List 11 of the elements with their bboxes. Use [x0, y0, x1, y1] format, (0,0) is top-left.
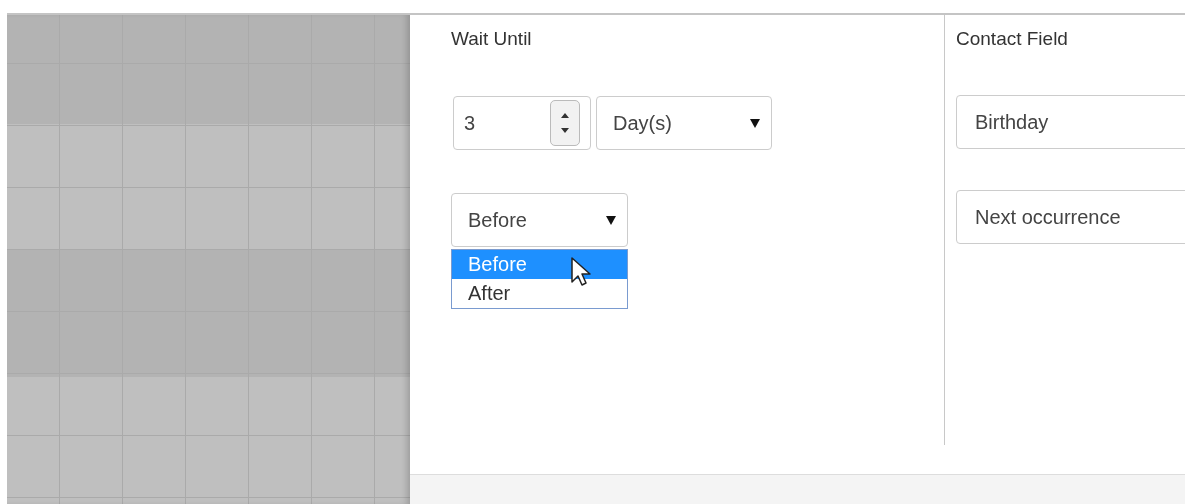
field-label: Wait Until	[451, 27, 532, 51]
pointer-icon	[570, 256, 592, 288]
caret-icon	[749, 117, 761, 129]
spinner-icon[interactable]	[550, 100, 580, 146]
field-label: Contact Field	[956, 27, 1069, 51]
caret-icon	[605, 214, 617, 226]
occurrence-select[interactable]: Next occurrence	[956, 190, 1185, 244]
unit-select[interactable]: Day(s)	[596, 96, 772, 150]
number-input[interactable]: 3	[453, 96, 591, 150]
relation-select[interactable]: Before	[451, 193, 628, 247]
contact-field-select[interactable]: Birthday	[956, 95, 1185, 149]
